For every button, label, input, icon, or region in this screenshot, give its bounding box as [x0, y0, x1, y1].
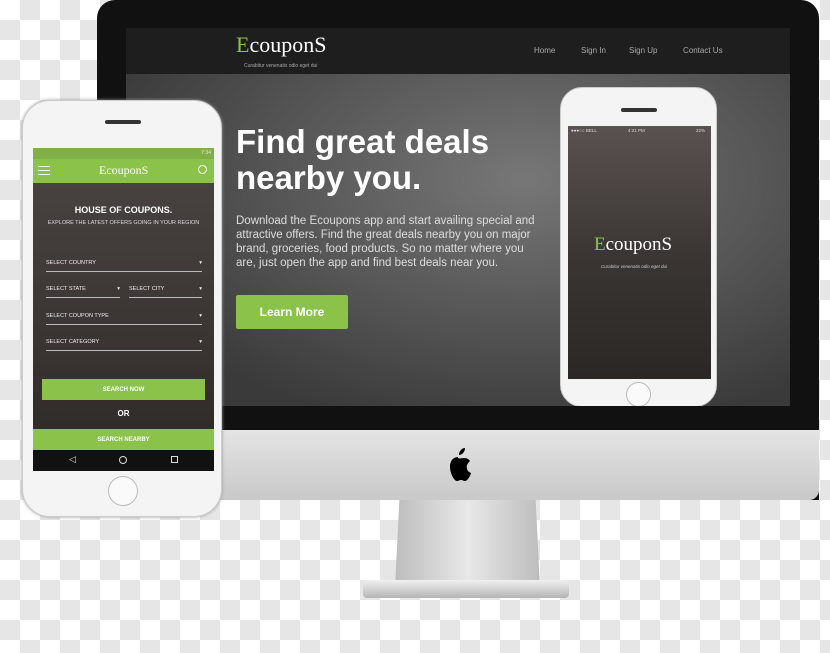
search-nearby-button[interactable]: SEARCH NEARBY [33, 429, 214, 450]
nav-home[interactable]: Home [534, 46, 555, 55]
nav-sign-in[interactable]: Sign In [581, 46, 606, 55]
speaker [105, 120, 141, 124]
imac-stand [395, 500, 540, 588]
back-icon[interactable]: ◁ [69, 454, 76, 465]
top-nav: EcouponS Curabitur venenatis odio eget d… [126, 28, 790, 74]
battery: 22% [695, 128, 705, 133]
nav-sign-up[interactable]: Sign Up [629, 46, 657, 55]
select-city[interactable]: SELECT CITY ▾ [129, 286, 202, 298]
carrier: ●●●○○ BELL [571, 128, 597, 133]
apple-logo-icon [450, 448, 471, 481]
app-tagline: Curabitur venenatis odio eget dui [601, 264, 668, 269]
nav-contact-us[interactable]: Contact Us [683, 46, 723, 55]
status-bar: 7:34 [33, 148, 214, 159]
android-phone-mockup: 7:34 EcouponS HOUSE OF COUPONS. EXPLORE … [22, 100, 222, 517]
or-label: OR [117, 409, 130, 418]
logo-tagline: Curabitur venenatis odio eget dui [244, 63, 318, 69]
home-icon[interactable] [119, 456, 127, 464]
site-logo[interactable]: EcouponS [236, 32, 326, 58]
subheading: EXPLORE THE LATEST OFFERS GOING IN YOUR … [47, 220, 200, 226]
website-screen: EcouponS Curabitur venenatis odio eget d… [126, 28, 790, 406]
menu-icon[interactable] [38, 166, 50, 175]
hero-description: Download the Ecoupons app and start avai… [236, 215, 535, 269]
learn-more-button[interactable]: Learn More [236, 295, 348, 329]
app-logo: EcouponS [594, 234, 673, 255]
iphone-screen: ●●●○○ BELL 4:21 PM 22% EcouponS Curabitu… [568, 126, 711, 379]
app-logo: EcouponS [99, 163, 149, 177]
hero-title: Find great deals nearby you. [236, 123, 490, 196]
select-country[interactable]: SELECT COUNTRY ▾ [46, 260, 202, 272]
home-button[interactable] [626, 382, 651, 406]
app-bar: EcouponS [33, 159, 214, 183]
iphone-mockup: ●●●○○ BELL 4:21 PM 22% EcouponS Curabitu… [560, 87, 717, 406]
recents-icon[interactable] [171, 456, 178, 463]
imac-base [363, 580, 569, 598]
status-time: 4:21 PM [628, 128, 645, 133]
speaker [621, 108, 657, 112]
search-icon[interactable] [198, 165, 207, 174]
android-nav-bar: ◁ [33, 450, 214, 471]
search-now-button[interactable]: SEARCH NOW [42, 379, 205, 400]
select-category[interactable]: SELECT CATEGORY ▾ [46, 339, 202, 351]
select-state[interactable]: SELECT STATE ▾ [46, 286, 120, 298]
heading: HOUSE OF COUPONS. [74, 205, 173, 215]
select-coupon-type[interactable]: SELECT COUPON TYPE ▾ [46, 313, 202, 325]
home-button[interactable] [108, 476, 138, 506]
android-screen: 7:34 EcouponS HOUSE OF COUPONS. EXPLORE … [33, 148, 214, 471]
